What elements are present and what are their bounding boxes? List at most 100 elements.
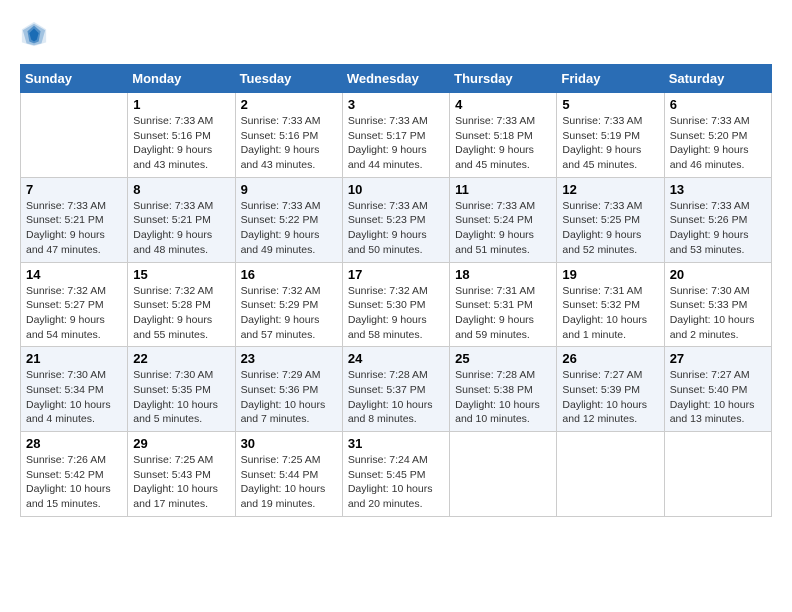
day-number: 12	[562, 182, 658, 197]
calendar-week-row: 21 Sunrise: 7:30 AM Sunset: 5:34 PM Dayli…	[21, 347, 772, 432]
day-number: 22	[133, 351, 229, 366]
day-number: 25	[455, 351, 551, 366]
calendar-cell: 8 Sunrise: 7:33 AM Sunset: 5:21 PM Daylig…	[128, 177, 235, 262]
day-number: 20	[670, 267, 766, 282]
calendar-cell: 19Sunrise: 7:31 AM Sunset: 5:32 PM Dayli…	[557, 262, 664, 347]
day-number: 1	[133, 97, 229, 112]
day-info: Sunrise: 7:31 AM Sunset: 5:31 PM Dayligh…	[455, 284, 551, 343]
day-number: 8	[133, 182, 229, 197]
calendar-cell: 18 Sunrise: 7:31 AM Sunset: 5:31 PM Dayli…	[450, 262, 557, 347]
col-header-wednesday: Wednesday	[342, 65, 449, 93]
calendar-cell: 29 Sunrise: 7:25 AM Sunset: 5:43 PM Dayli…	[128, 432, 235, 517]
day-number: 29	[133, 436, 229, 451]
day-number: 18	[455, 267, 551, 282]
day-info: Sunrise: 7:33 AM Sunset: 5:17 PM Dayligh…	[348, 114, 444, 173]
logo	[20, 20, 52, 48]
calendar-cell: 13 Sunrise: 7:33 AM Sunset: 5:26 PM Dayli…	[664, 177, 771, 262]
day-info: Sunrise: 7:30 AM Sunset: 5:34 PM Dayligh…	[26, 368, 122, 427]
day-info: Sunrise: 7:33 AM Sunset: 5:26 PM Dayligh…	[670, 199, 766, 258]
calendar-week-row: 14 Sunrise: 7:32 AM Sunset: 5:27 PM Dayli…	[21, 262, 772, 347]
day-info: Sunrise: 7:33 AM Sunset: 5:21 PM Dayligh…	[133, 199, 229, 258]
day-number: 5	[562, 97, 658, 112]
day-info: Sunrise: 7:33 AM Sunset: 5:19 PM Dayligh…	[562, 114, 658, 173]
day-info: Sunrise: 7:33 AM Sunset: 5:25 PM Dayligh…	[562, 199, 658, 258]
day-number: 30	[241, 436, 337, 451]
calendar-cell	[557, 432, 664, 517]
day-info: Sunrise: 7:29 AM Sunset: 5:36 PM Dayligh…	[241, 368, 337, 427]
calendar-cell: 11 Sunrise: 7:33 AM Sunset: 5:24 PM Dayli…	[450, 177, 557, 262]
calendar-cell: 14 Sunrise: 7:32 AM Sunset: 5:27 PM Dayli…	[21, 262, 128, 347]
col-header-saturday: Saturday	[664, 65, 771, 93]
calendar-cell	[21, 93, 128, 178]
day-info: Sunrise: 7:33 AM Sunset: 5:24 PM Dayligh…	[455, 199, 551, 258]
calendar-cell: 3Sunrise: 7:33 AM Sunset: 5:17 PM Daylig…	[342, 93, 449, 178]
calendar-cell: 30 Sunrise: 7:25 AM Sunset: 5:44 PM Dayli…	[235, 432, 342, 517]
day-info: Sunrise: 7:32 AM Sunset: 5:28 PM Dayligh…	[133, 284, 229, 343]
calendar-cell: 26 Sunrise: 7:27 AM Sunset: 5:39 PM Dayli…	[557, 347, 664, 432]
calendar-cell: 28 Sunrise: 7:26 AM Sunset: 5:42 PM Dayli…	[21, 432, 128, 517]
page-header	[20, 20, 772, 48]
day-number: 2	[241, 97, 337, 112]
day-number: 14	[26, 267, 122, 282]
col-header-monday: Monday	[128, 65, 235, 93]
calendar-week-row: 1 Sunrise: 7:33 AM Sunset: 5:16 PM Daylig…	[21, 93, 772, 178]
day-info: Sunrise: 7:32 AM Sunset: 5:30 PM Dayligh…	[348, 284, 444, 343]
calendar-table: SundayMondayTuesdayWednesdayThursdayFrid…	[20, 64, 772, 517]
day-number: 24	[348, 351, 444, 366]
day-number: 13	[670, 182, 766, 197]
day-info: Sunrise: 7:30 AM Sunset: 5:35 PM Dayligh…	[133, 368, 229, 427]
calendar-cell	[450, 432, 557, 517]
day-info: Sunrise: 7:27 AM Sunset: 5:40 PM Dayligh…	[670, 368, 766, 427]
day-info: Sunrise: 7:33 AM Sunset: 5:16 PM Dayligh…	[133, 114, 229, 173]
calendar-cell: 1 Sunrise: 7:33 AM Sunset: 5:16 PM Daylig…	[128, 93, 235, 178]
day-info: Sunrise: 7:33 AM Sunset: 5:18 PM Dayligh…	[455, 114, 551, 173]
day-number: 26	[562, 351, 658, 366]
calendar-cell: 27 Sunrise: 7:27 AM Sunset: 5:40 PM Dayli…	[664, 347, 771, 432]
calendar-cell: 31Sunrise: 7:24 AM Sunset: 5:45 PM Dayli…	[342, 432, 449, 517]
calendar-cell: 21 Sunrise: 7:30 AM Sunset: 5:34 PM Dayli…	[21, 347, 128, 432]
day-info: Sunrise: 7:32 AM Sunset: 5:29 PM Dayligh…	[241, 284, 337, 343]
calendar-cell	[664, 432, 771, 517]
day-number: 23	[241, 351, 337, 366]
calendar-cell: 15Sunrise: 7:32 AM Sunset: 5:28 PM Dayli…	[128, 262, 235, 347]
logo-icon	[20, 20, 48, 48]
calendar-week-row: 7 Sunrise: 7:33 AM Sunset: 5:21 PM Daylig…	[21, 177, 772, 262]
calendar-cell: 4 Sunrise: 7:33 AM Sunset: 5:18 PM Daylig…	[450, 93, 557, 178]
day-info: Sunrise: 7:32 AM Sunset: 5:27 PM Dayligh…	[26, 284, 122, 343]
day-number: 16	[241, 267, 337, 282]
day-number: 7	[26, 182, 122, 197]
calendar-cell: 20 Sunrise: 7:30 AM Sunset: 5:33 PM Dayli…	[664, 262, 771, 347]
day-info: Sunrise: 7:25 AM Sunset: 5:44 PM Dayligh…	[241, 453, 337, 512]
day-number: 4	[455, 97, 551, 112]
day-info: Sunrise: 7:27 AM Sunset: 5:39 PM Dayligh…	[562, 368, 658, 427]
calendar-week-row: 28 Sunrise: 7:26 AM Sunset: 5:42 PM Dayli…	[21, 432, 772, 517]
calendar-cell: 25Sunrise: 7:28 AM Sunset: 5:38 PM Dayli…	[450, 347, 557, 432]
day-number: 11	[455, 182, 551, 197]
day-number: 28	[26, 436, 122, 451]
day-number: 6	[670, 97, 766, 112]
day-info: Sunrise: 7:28 AM Sunset: 5:37 PM Dayligh…	[348, 368, 444, 427]
calendar-cell: 5 Sunrise: 7:33 AM Sunset: 5:19 PM Daylig…	[557, 93, 664, 178]
col-header-tuesday: Tuesday	[235, 65, 342, 93]
calendar-cell: 16 Sunrise: 7:32 AM Sunset: 5:29 PM Dayli…	[235, 262, 342, 347]
day-number: 27	[670, 351, 766, 366]
calendar-cell: 22 Sunrise: 7:30 AM Sunset: 5:35 PM Dayli…	[128, 347, 235, 432]
col-header-sunday: Sunday	[21, 65, 128, 93]
day-number: 19	[562, 267, 658, 282]
calendar-cell: 12 Sunrise: 7:33 AM Sunset: 5:25 PM Dayli…	[557, 177, 664, 262]
col-header-friday: Friday	[557, 65, 664, 93]
col-header-thursday: Thursday	[450, 65, 557, 93]
calendar-cell: 24 Sunrise: 7:28 AM Sunset: 5:37 PM Dayli…	[342, 347, 449, 432]
calendar-cell: 23 Sunrise: 7:29 AM Sunset: 5:36 PM Dayli…	[235, 347, 342, 432]
calendar-header-row: SundayMondayTuesdayWednesdayThursdayFrid…	[21, 65, 772, 93]
day-number: 21	[26, 351, 122, 366]
day-info: Sunrise: 7:33 AM Sunset: 5:22 PM Dayligh…	[241, 199, 337, 258]
calendar-cell: 10Sunrise: 7:33 AM Sunset: 5:23 PM Dayli…	[342, 177, 449, 262]
day-info: Sunrise: 7:26 AM Sunset: 5:42 PM Dayligh…	[26, 453, 122, 512]
calendar-cell: 6Sunrise: 7:33 AM Sunset: 5:20 PM Daylig…	[664, 93, 771, 178]
day-info: Sunrise: 7:25 AM Sunset: 5:43 PM Dayligh…	[133, 453, 229, 512]
calendar-cell: 2Sunrise: 7:33 AM Sunset: 5:16 PM Daylig…	[235, 93, 342, 178]
day-info: Sunrise: 7:24 AM Sunset: 5:45 PM Dayligh…	[348, 453, 444, 512]
day-info: Sunrise: 7:30 AM Sunset: 5:33 PM Dayligh…	[670, 284, 766, 343]
calendar-cell: 9Sunrise: 7:33 AM Sunset: 5:22 PM Daylig…	[235, 177, 342, 262]
